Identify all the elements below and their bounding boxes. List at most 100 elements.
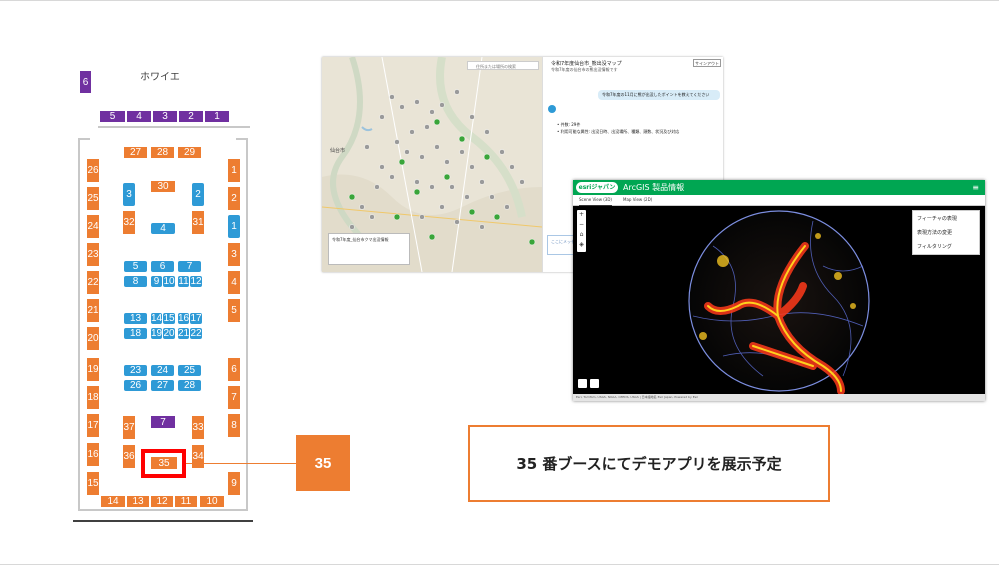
booth-f11[interactable]: 11 bbox=[175, 496, 197, 507]
booth-b5[interactable]: 5 bbox=[100, 111, 125, 122]
booth-r9[interactable]: 9 bbox=[228, 472, 240, 495]
booth-29[interactable]: 29 bbox=[178, 147, 201, 158]
booth-i5[interactable]: 5 bbox=[124, 261, 147, 272]
left-wall-cap bbox=[78, 138, 90, 140]
left-wall bbox=[78, 138, 80, 511]
booth-i10[interactable]: 10 bbox=[163, 276, 175, 287]
booth-r3[interactable]: 3 bbox=[228, 243, 240, 266]
booth-33[interactable]: 33 bbox=[192, 416, 204, 439]
option-label: フィーチャの表現 bbox=[917, 216, 957, 222]
booth-b4[interactable]: 4 bbox=[127, 111, 151, 122]
booth-i8[interactable]: 8 bbox=[124, 276, 147, 287]
city-label: 仙台市 bbox=[330, 147, 345, 154]
booth-18[interactable]: 18 bbox=[87, 386, 99, 409]
booth-32[interactable]: 32 bbox=[123, 211, 135, 234]
home-icon[interactable]: ⌂ bbox=[577, 230, 586, 240]
booth-i2[interactable]: 2 bbox=[192, 183, 204, 206]
booth-20[interactable]: 20 bbox=[87, 327, 99, 350]
option-feature-display[interactable]: フィーチャの表現 bbox=[917, 213, 977, 225]
booth-27[interactable]: 27 bbox=[124, 147, 147, 158]
hamburger-menu-icon[interactable]: ≡ bbox=[972, 182, 979, 193]
booth-i27[interactable]: 27 bbox=[151, 380, 174, 391]
booth-37[interactable]: 37 bbox=[123, 416, 135, 439]
booth-i11[interactable]: 11 bbox=[178, 276, 189, 287]
booth-f10[interactable]: 10 bbox=[200, 496, 224, 507]
booth-f14[interactable]: 14 bbox=[101, 496, 125, 507]
bottom-rule bbox=[0, 564, 999, 565]
booth-17[interactable]: 17 bbox=[87, 414, 99, 437]
booth-31[interactable]: 31 bbox=[192, 211, 204, 234]
booth-i9[interactable]: 9 bbox=[151, 276, 162, 287]
booth-36[interactable]: 36 bbox=[123, 445, 135, 468]
booth-i16[interactable]: 16 bbox=[178, 313, 189, 324]
booth-b6[interactable]: 6 bbox=[80, 71, 91, 93]
booth-23[interactable]: 23 bbox=[87, 243, 99, 266]
booth-28[interactable]: 28 bbox=[151, 147, 174, 158]
layer-list-icon[interactable] bbox=[590, 379, 599, 388]
booth-p7[interactable]: 7 bbox=[151, 416, 175, 428]
booth-r7[interactable]: 7 bbox=[228, 386, 240, 409]
bear-map[interactable]: 仙台市 住所または場所の検索 令和7年度_仙台市クマ出没情報 bbox=[322, 57, 543, 272]
answer-line: • 件数: 29件 bbox=[557, 122, 581, 127]
booth-i20[interactable]: 20 bbox=[163, 328, 175, 339]
booth-i12[interactable]: 12 bbox=[190, 276, 202, 287]
booth-i25[interactable]: 25 bbox=[178, 365, 201, 376]
booth-19[interactable]: 19 bbox=[87, 358, 99, 381]
booth-i23[interactable]: 23 bbox=[124, 365, 147, 376]
user-message: 令和7年度の11月に熊が出没したポイントを教えてください bbox=[598, 90, 720, 100]
booth-i19[interactable]: 19 bbox=[151, 328, 162, 339]
basemap-gallery-icon[interactable] bbox=[578, 379, 587, 388]
booth-r1[interactable]: 1 bbox=[228, 159, 240, 182]
booth-i17[interactable]: 17 bbox=[190, 313, 202, 324]
booth-i26[interactable]: 26 bbox=[124, 380, 147, 391]
booth-i21[interactable]: 21 bbox=[178, 328, 189, 339]
compass-icon[interactable]: ◈ bbox=[577, 240, 586, 250]
booth-22[interactable]: 22 bbox=[87, 271, 99, 294]
booth-34[interactable]: 34 bbox=[192, 445, 204, 468]
map-search-input[interactable]: 住所または場所の検索 bbox=[467, 61, 539, 70]
demo-note: 35 番ブースにてデモアプリを展示予定 bbox=[468, 425, 830, 502]
booth-15[interactable]: 15 bbox=[87, 472, 99, 495]
bottom-wall bbox=[78, 509, 248, 511]
booth-i28[interactable]: 28 bbox=[178, 380, 201, 391]
booth-r2[interactable]: 2 bbox=[228, 187, 240, 210]
scene-nav-controls[interactable]: + − ⌂ ◈ bbox=[577, 210, 586, 252]
zoom-out-icon[interactable]: − bbox=[577, 220, 586, 230]
booth-26[interactable]: 26 bbox=[87, 159, 99, 182]
booth-i24[interactable]: 24 bbox=[151, 365, 174, 376]
booth-r8[interactable]: 8 bbox=[228, 414, 240, 437]
booth-i6[interactable]: 6 bbox=[151, 261, 174, 272]
booth-b1[interactable]: 1 bbox=[205, 111, 229, 122]
right-wall bbox=[246, 138, 248, 511]
booth-30[interactable]: 30 bbox=[151, 181, 175, 192]
booth-i7[interactable]: 7 bbox=[178, 261, 201, 272]
callout-leader-line bbox=[186, 463, 296, 464]
booth-i14[interactable]: 14 bbox=[151, 313, 162, 324]
booth-i18[interactable]: 18 bbox=[124, 328, 147, 339]
tab-scene-view[interactable]: Scene View (3D) bbox=[579, 195, 612, 206]
booth-24[interactable]: 24 bbox=[87, 215, 99, 238]
booth-callout: 35 bbox=[296, 435, 350, 491]
booth-35-highlight bbox=[141, 449, 186, 478]
booth-b2[interactable]: 2 bbox=[179, 111, 203, 122]
booth-r1-blue[interactable]: 1 bbox=[228, 215, 240, 238]
booth-25[interactable]: 25 bbox=[87, 187, 99, 210]
booth-21[interactable]: 21 bbox=[87, 299, 99, 322]
booth-i22[interactable]: 22 bbox=[190, 328, 202, 339]
booth-r4[interactable]: 4 bbox=[228, 271, 240, 294]
booth-r6[interactable]: 6 bbox=[228, 358, 240, 381]
booth-f13[interactable]: 13 bbox=[127, 496, 149, 507]
booth-16[interactable]: 16 bbox=[87, 443, 99, 466]
zoom-in-icon[interactable]: + bbox=[577, 210, 586, 220]
option-filtering[interactable]: フィルタリング bbox=[917, 241, 977, 253]
option-change-style[interactable]: 表現方法の変更 bbox=[917, 227, 977, 239]
booth-i13[interactable]: 13 bbox=[124, 313, 147, 324]
signout-button[interactable]: サインアウト bbox=[693, 59, 721, 67]
booth-i4[interactable]: 4 bbox=[151, 223, 175, 234]
booth-r5[interactable]: 5 bbox=[228, 299, 240, 322]
booth-i15[interactable]: 15 bbox=[163, 313, 175, 324]
booth-f12[interactable]: 12 bbox=[151, 496, 173, 507]
tab-map-view[interactable]: Map View (2D) bbox=[623, 195, 652, 205]
booth-i3[interactable]: 3 bbox=[123, 183, 135, 206]
booth-b3[interactable]: 3 bbox=[153, 111, 177, 122]
